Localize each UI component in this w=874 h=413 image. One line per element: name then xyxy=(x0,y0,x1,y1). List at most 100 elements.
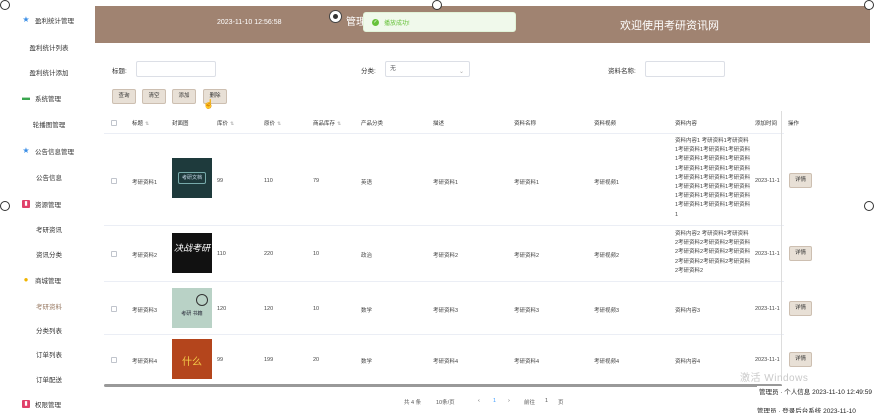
column-header: 资料内容 xyxy=(675,121,698,127)
sidebar-group-label: 公告信息管理 xyxy=(35,149,74,156)
query-button[interactable]: 查询 xyxy=(112,89,136,104)
row-divider xyxy=(104,334,784,335)
title-filter-input[interactable] xyxy=(136,61,216,77)
column-header: 添加时间 xyxy=(755,121,778,127)
resize-handle-top-right[interactable] xyxy=(864,0,874,10)
horizontal-scrollbar[interactable] xyxy=(104,384,782,387)
cell-time: 2023-11-1 xyxy=(755,306,780,312)
row-checkbox[interactable] xyxy=(111,251,117,257)
sidebar-item-order-delivery[interactable]: 订单配送 xyxy=(6,374,92,384)
windows-activation-watermark: 激活 Windows xyxy=(740,373,809,384)
cell-stock: 10 xyxy=(313,306,320,312)
cell-category: 数学 xyxy=(361,308,373,314)
circle-icon: ● xyxy=(23,275,29,284)
cell-description: 考研资料3 xyxy=(433,308,459,314)
resize-handle-top-left[interactable] xyxy=(0,0,10,10)
cover-caption: 考研 书籍 xyxy=(181,311,203,317)
sidebar-item-profit-list[interactable]: 盈利统计列表 xyxy=(6,42,92,52)
sidebar-group-shop[interactable]: ● 商城管理 xyxy=(6,274,92,286)
chevron-down-icon: ⌄ xyxy=(458,69,464,75)
materials-table: 标题 ⇅ 封面图 库价 ⇅ 原价 ⇅ 商品库存 ⇅ 产品分类 描述 资料名称 资料视频 … xyxy=(104,111,812,381)
sidebar-group-resource[interactable]: ▮ 资源管理 xyxy=(6,198,92,210)
cover-image[interactable]: 考研 书籍 xyxy=(172,288,212,328)
cell-price: 110 xyxy=(217,251,226,257)
book-icon: ▮ xyxy=(22,200,30,208)
sidebar-item-news[interactable]: 考研资讯 xyxy=(6,224,92,234)
sidebar-item-profit-add[interactable]: 盈利统计添加 xyxy=(6,67,92,77)
header-datetime: 2023-11-10 12:56:58 xyxy=(217,19,282,26)
cover-caption: 什么 xyxy=(182,357,202,368)
cell-video: 考研视频4 xyxy=(594,359,620,365)
goto-label: 前往 xyxy=(524,400,536,406)
add-button[interactable]: 添加 xyxy=(172,89,196,104)
select-all-checkbox[interactable] xyxy=(111,120,117,126)
sidebar-group-notice[interactable]: ★ 公告信息管理 xyxy=(6,145,92,157)
sidebar-group-profit[interactable]: ★ 盈利统计管理 xyxy=(6,14,92,26)
sidebar-item-category-list[interactable]: 分类列表 xyxy=(6,325,92,335)
sidebar-item-materials[interactable]: 考研资料 xyxy=(6,301,92,311)
sidebar-item-carousel[interactable]: 轮播图管理 xyxy=(6,119,92,129)
cell-name: 考研资料1 xyxy=(514,180,540,186)
sidebar-item-order-list[interactable]: 订单列表 xyxy=(6,349,92,359)
detail-button[interactable]: 详情 xyxy=(789,246,812,261)
prev-page-button[interactable]: ‹ xyxy=(478,398,480,404)
category-select[interactable]: 无 ⌄ xyxy=(385,61,470,77)
sidebar-group-label: 权限管理 xyxy=(35,402,61,409)
resize-handle-top[interactable] xyxy=(432,0,442,10)
category-filter-label: 分类: xyxy=(361,68,376,75)
avatar[interactable] xyxy=(329,10,342,23)
goto-input[interactable]: 1 xyxy=(545,398,548,404)
cell-name: 考研资料3 xyxy=(514,308,540,314)
cell-description: 考研资料4 xyxy=(433,359,459,365)
cell-title: 考研资料2 xyxy=(132,253,158,259)
cover-graphic xyxy=(196,294,208,306)
cell-name: 考研资料4 xyxy=(514,359,540,365)
cell-video: 考研视频2 xyxy=(594,253,620,259)
cell-content: 资料内容1 考研资料1考研资料1考研资料1考研资料1考研资料1考研资料1考研资料… xyxy=(675,138,751,218)
sidebar-group-system[interactable]: ▬ 系统管理 xyxy=(6,92,92,104)
row-checkbox[interactable] xyxy=(111,178,117,184)
detail-button[interactable]: 详情 xyxy=(789,301,812,316)
resize-handle-right[interactable] xyxy=(864,201,874,211)
name-filter-input[interactable] xyxy=(645,61,725,77)
cover-image[interactable]: 决战考研 xyxy=(172,233,212,273)
lock-icon: ▮ xyxy=(22,400,30,408)
cell-content: 资料内容4 xyxy=(675,359,701,365)
column-header[interactable]: 商品库存 ⇅ xyxy=(313,119,341,127)
app-window: ★ 盈利统计管理 盈利统计列表 盈利统计添加 ▬ 系统管理 轮播图管理 ★ 公告信息管… xyxy=(0,0,874,413)
activity-log-entry: 管理员 · 个人信息 2023-11-10 12:49:59 xyxy=(757,386,874,396)
cover-image[interactable]: 什么 xyxy=(172,339,212,379)
row-checkbox[interactable] xyxy=(111,306,117,312)
star-icon: ★ xyxy=(22,146,30,155)
detail-button[interactable]: 详情 xyxy=(789,352,812,367)
column-header[interactable]: 库价 ⇅ xyxy=(217,119,234,127)
resize-handle-left[interactable] xyxy=(0,201,10,211)
column-header[interactable]: 原价 ⇅ xyxy=(264,119,281,127)
sidebar-item-notice[interactable]: 公告信息 xyxy=(6,172,92,182)
cell-description: 考研资料1 xyxy=(433,180,459,186)
row-checkbox[interactable] xyxy=(111,357,117,363)
sidebar-group-permission[interactable]: ▮ 权限管理 xyxy=(6,398,92,410)
cell-stock: 20 xyxy=(313,357,320,363)
cell-content: 资料内容2 考研资料2考研资料2考研资料2考研资料2考研资料2考研资料2考研资料… xyxy=(675,231,751,274)
page-number-current[interactable]: 1 xyxy=(493,398,496,404)
activity-log-entry: 管理员 · 登录后台系统 2023-11-10 12:53:27 xyxy=(757,408,856,413)
next-page-button[interactable]: › xyxy=(508,398,510,404)
cell-price: 120 xyxy=(217,306,227,312)
cell-category: 政治 xyxy=(361,253,373,259)
cell-content: 资料内容3 xyxy=(675,308,701,314)
cover-image[interactable]: 考研文档 xyxy=(172,158,212,198)
site-title: 欢迎使用考研资讯网 xyxy=(620,20,719,32)
column-header[interactable]: 标题 ⇅ xyxy=(132,119,149,127)
detail-button[interactable]: 详情 xyxy=(789,173,812,188)
sidebar-group-label: 资源管理 xyxy=(35,202,61,209)
column-header: 资料名称 xyxy=(514,121,537,127)
reset-button[interactable]: 清空 xyxy=(142,89,166,104)
sidebar-item-news-category[interactable]: 资讯分类 xyxy=(6,249,92,259)
sidebar-group-label: 商城管理 xyxy=(35,278,61,285)
column-header: 产品分类 xyxy=(361,121,384,127)
monitor-icon: ▬ xyxy=(22,93,30,102)
page-size-select[interactable]: 10条/页 xyxy=(436,398,455,406)
cell-title: 考研资料4 xyxy=(132,359,158,365)
cell-price: 99 xyxy=(217,357,224,363)
